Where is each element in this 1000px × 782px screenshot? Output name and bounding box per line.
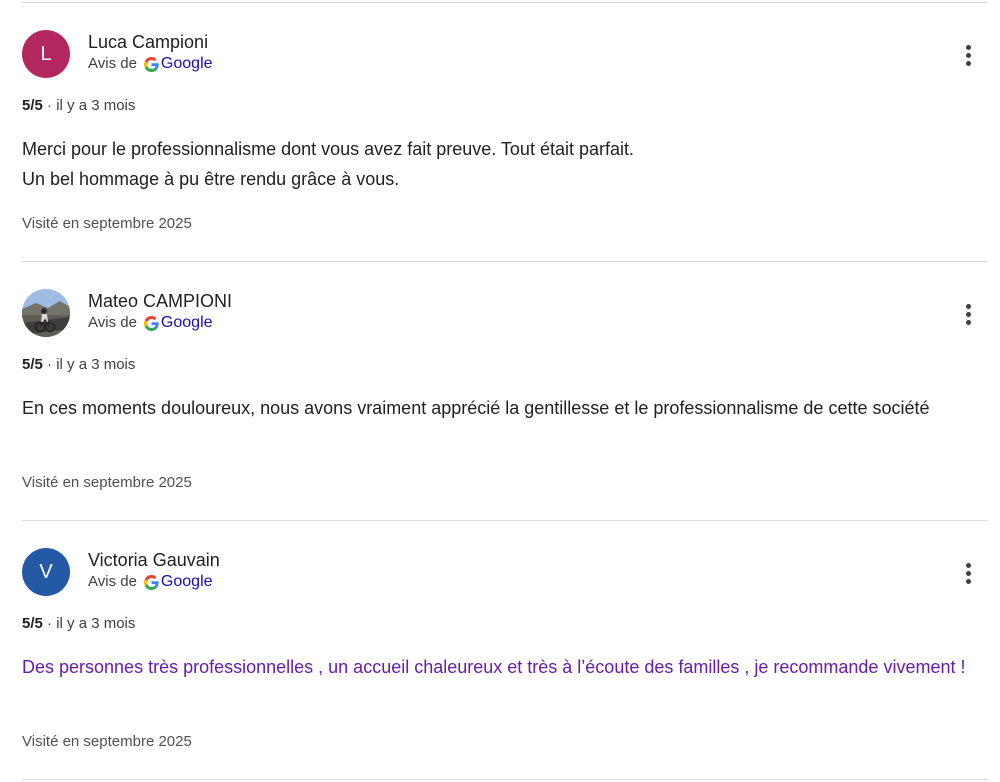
source-google-link[interactable]: Google <box>161 572 213 592</box>
avatar-letter: L <box>40 42 52 65</box>
review-text-link[interactable]: Des personnes très professionnelles , un… <box>22 652 972 682</box>
review-divider <box>22 261 988 262</box>
google-g-icon <box>143 315 159 331</box>
google-g-icon <box>143 574 159 590</box>
visit-date: Visité en septembre 2025 <box>22 215 192 232</box>
more-vert-icon[interactable] <box>956 558 980 588</box>
review-source: Avis de Google <box>88 313 213 333</box>
review-card: V Victoria Gauvain Avis de Google 5/5 · … <box>22 548 988 760</box>
review-age: · il y a 3 mois <box>47 356 136 373</box>
google-g-icon <box>143 56 159 72</box>
top-divider <box>22 2 988 3</box>
source-prefix: Avis de <box>88 573 137 590</box>
avatar[interactable]: L <box>22 30 70 78</box>
source-prefix: Avis de <box>88 55 137 72</box>
rating-score: 5/5 <box>22 97 43 114</box>
reviewer-name[interactable]: Victoria Gauvain <box>88 548 220 572</box>
visit-date: Visité en septembre 2025 <box>22 474 192 491</box>
avatar-letter: V <box>39 560 53 583</box>
review-source: Avis de Google <box>88 572 213 592</box>
rating-line: 5/5 · il y a 3 mois <box>22 355 135 375</box>
source-prefix: Avis de <box>88 314 137 331</box>
source-google-link[interactable]: Google <box>161 313 213 333</box>
review-text: Merci pour le professionnalisme dont vou… <box>22 139 634 189</box>
bottom-divider <box>22 779 988 780</box>
avatar[interactable]: V <box>22 548 70 596</box>
source-google-link[interactable]: Google <box>161 54 213 74</box>
review-card: Mateo CAMPIONI Avis de Google 5/5 · il y… <box>22 289 988 501</box>
reviewer-name[interactable]: Luca Campioni <box>88 30 208 54</box>
review-source: Avis de Google <box>88 54 213 74</box>
more-vert-icon[interactable] <box>956 40 980 70</box>
review-age: · il y a 3 mois <box>47 97 136 114</box>
rating-line: 5/5 · il y a 3 mois <box>22 614 135 634</box>
more-vert-icon[interactable] <box>956 299 980 329</box>
review-text: En ces moments douloureux, nous avons vr… <box>22 398 930 418</box>
cyclist-photo-avatar <box>22 289 70 337</box>
review-card: L Luca Campioni Avis de Google 5/5 · il … <box>22 30 988 242</box>
review-age: · il y a 3 mois <box>47 615 136 632</box>
avatar[interactable] <box>22 289 70 337</box>
review-divider <box>22 520 988 521</box>
rating-score: 5/5 <box>22 615 43 632</box>
visit-date: Visité en septembre 2025 <box>22 733 192 750</box>
rating-line: 5/5 · il y a 3 mois <box>22 96 135 116</box>
rating-score: 5/5 <box>22 356 43 373</box>
reviewer-name[interactable]: Mateo CAMPIONI <box>88 289 232 313</box>
